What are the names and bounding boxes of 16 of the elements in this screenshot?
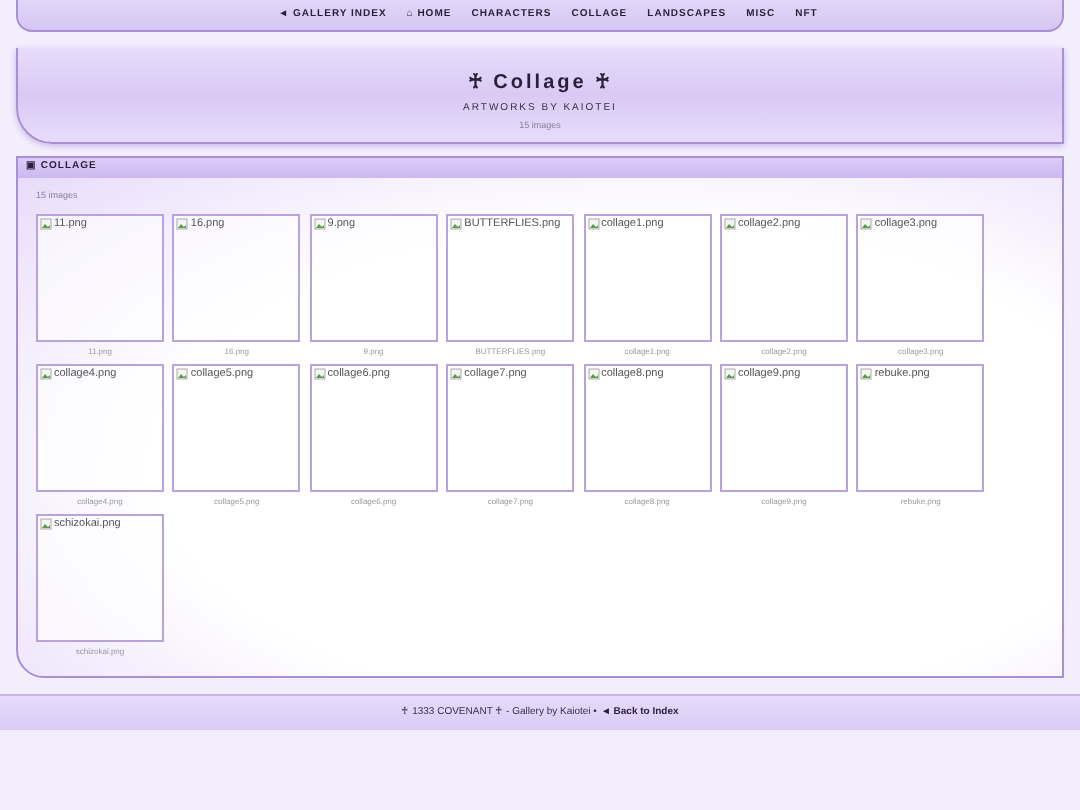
broken-image-icon xyxy=(176,217,189,230)
broken-image-icon xyxy=(723,217,736,230)
broken-image-icon xyxy=(587,217,600,230)
broken-image-icon xyxy=(723,367,736,380)
broken-image-icon xyxy=(450,367,463,380)
broken-image-icon xyxy=(313,367,326,380)
broken-image-icon xyxy=(587,367,600,380)
broken-image-icon xyxy=(860,217,873,230)
broken-image-icon xyxy=(860,367,873,380)
broken-image-icon xyxy=(40,517,52,530)
broken-image-icon xyxy=(313,217,326,230)
broken-image-icon xyxy=(450,217,463,230)
broken-image-icon xyxy=(40,217,52,230)
broken-image-icon xyxy=(176,367,189,380)
broken-image-icon xyxy=(40,367,52,380)
page-title: ♰ Collage ♰ xyxy=(467,70,613,99)
